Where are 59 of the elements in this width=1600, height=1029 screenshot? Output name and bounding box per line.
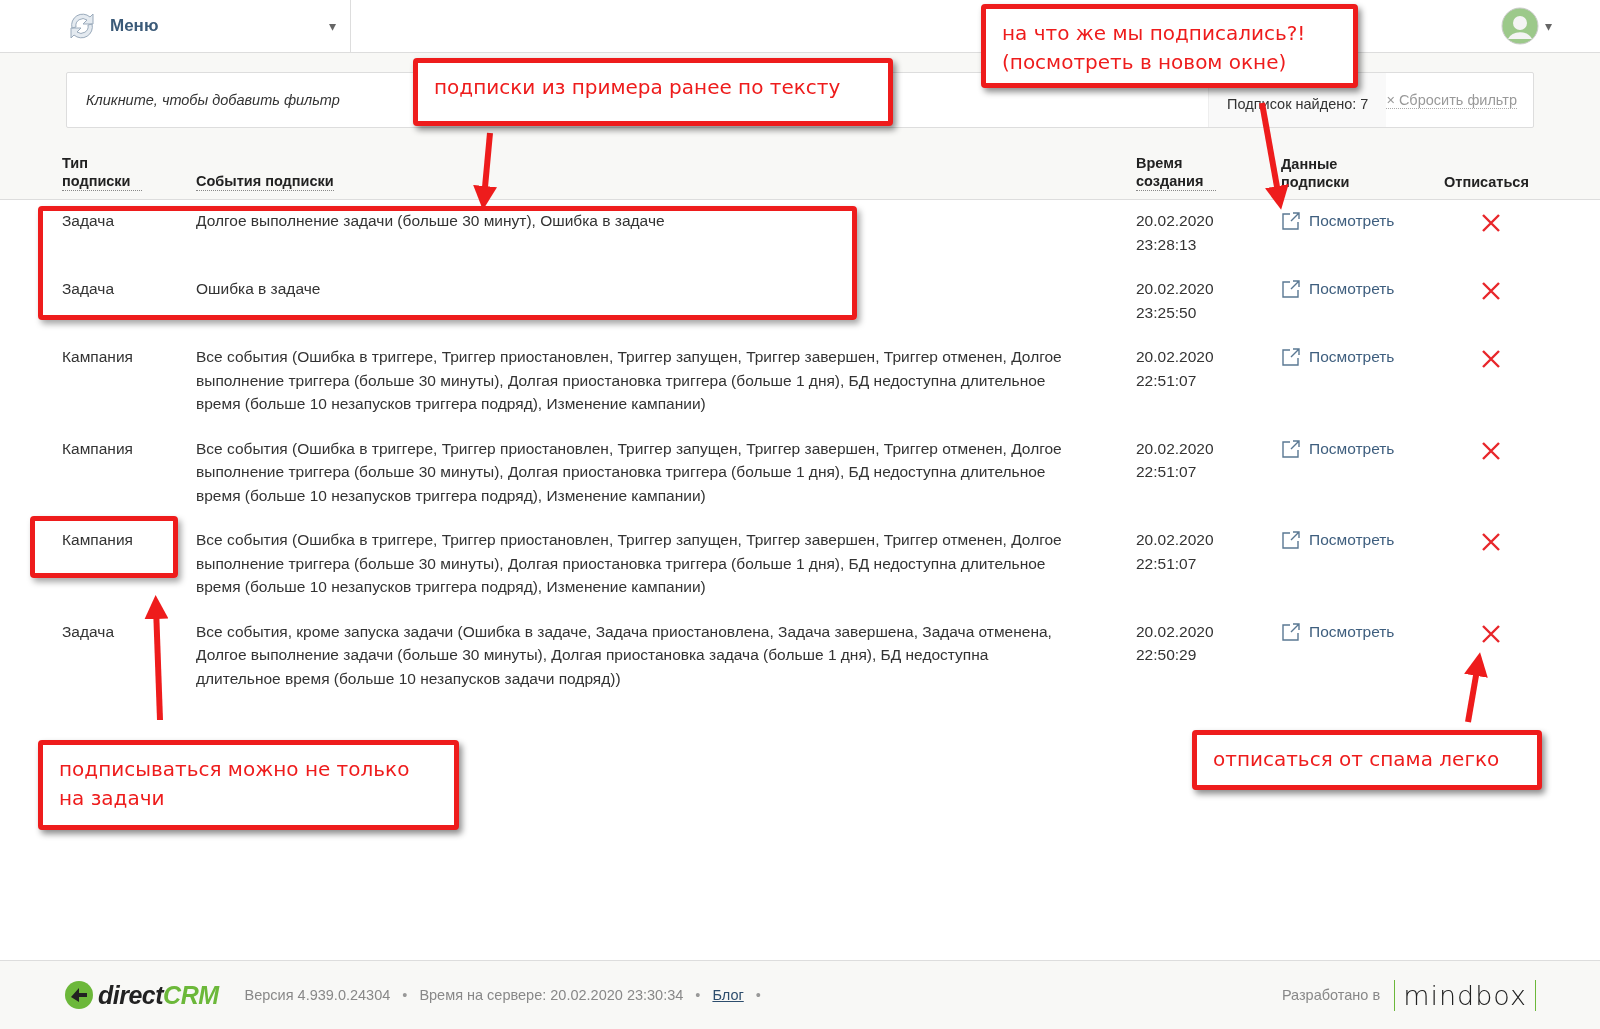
external-link-icon[interactable] (1281, 279, 1301, 299)
time-text: 23:25:50 (1136, 302, 1198, 323)
made-by-text: Разработано в (1281, 987, 1381, 1003)
view-link[interactable]: Посмотреть (1281, 619, 1395, 643)
date-text: 20.02.2020 (1136, 621, 1214, 642)
callout-note: отписаться от спама легко (1192, 730, 1542, 790)
time-text: 22:50:29 (1136, 645, 1198, 665)
view-link[interactable]: Посмотреть (1281, 436, 1395, 460)
logo-text: directCRM (98, 980, 219, 1010)
view-link[interactable]: Посмотреть (1281, 345, 1395, 369)
brand-logo[interactable]: mindbox (1394, 979, 1536, 1011)
column-header: Отписаться (1444, 173, 1529, 191)
time-text: 22:51:07 (1136, 370, 1198, 391)
view-link[interactable]: Посмотреть (1281, 277, 1395, 301)
type-cell-text: Задача (62, 211, 114, 231)
separator-dot: • (402, 987, 408, 1003)
column-header[interactable]: Время создания (1136, 154, 1216, 191)
callout-note: на что же мы подписались?! (посмотреть в новом окне) (981, 4, 1358, 88)
events-cell-text: Все события (Ошибка в триггере, Триггер приостановлен, Триггер запущен, Триггер завершен, Триггер отменен, Долгое выполнение триггера (больше 30 минуты), Долгая приостановка триггера (больше 1 дня), БД недоступна длительное время (больше 10 незапусков триггера подряд), Изменение кампании) (196, 530, 1063, 597)
type-cell-text: Задача (62, 279, 114, 299)
type-cell-text: Кампания (62, 438, 133, 459)
column-header: События подписки (196, 172, 334, 191)
external-link-icon[interactable] (1281, 438, 1301, 459)
view-link[interactable]: Посмотреть (1281, 209, 1395, 233)
external-link-icon[interactable] (1281, 347, 1301, 367)
time-text: 23:28:13 (1136, 234, 1198, 255)
type-cell-text: Кампания (62, 347, 133, 367)
annotation-arrow (1464, 652, 1488, 723)
logo-icon (64, 980, 94, 1010)
caret-icon[interactable]: ▾ (329, 18, 336, 34)
column-header[interactable]: Тип подписки (62, 154, 142, 191)
time-text: 22:51:07 (1136, 553, 1198, 574)
type-cell-text: Кампания (62, 530, 133, 550)
caret-icon[interactable]: ▾ (1545, 18, 1552, 34)
date-text: 20.02.2020 (1136, 438, 1214, 459)
menu-label[interactable]: Меню (110, 16, 319, 36)
version-text: Версия 4.939.0.24304 (244, 987, 391, 1003)
external-link-icon[interactable] (1281, 211, 1301, 231)
separator-dot: • (695, 987, 701, 1003)
events-cell-text: Все события (Ошибка в триггере, Триггер приостановлен, Триггер запущен, Триггер завершен, Триггер отменен, Долгое выполнение триггера (больше 30 минуты), Долгая приостановка триггера (больше 1 дня), БД недоступна длительное время (больше 10 незапусков триггера подряд), Изменение кампании) (196, 438, 1063, 506)
separator-dot: • (755, 987, 761, 1003)
events-cell-text: Все события (Ошибка в триггере, Триггер приостановлен, Триггер запущен, Триггер завершен, Триггер отменен, Долгое выполнение триггера (больше 30 минуты), Долгая приостановка триггера (больше 1 дня), БД недоступна длительное время (больше 10 незапусков триггера подряд), Изменение кампании) (196, 347, 1063, 414)
view-link[interactable]: Посмотреть (1281, 528, 1395, 552)
callout-note: подписки из примера ранее по тексту (413, 58, 893, 126)
events-cell-text: Все события, кроме запуска задачи (Ошибка в задаче, Задача приостановлена, Задача завершена, Задача отменена, Долгое выполнение задачи (больше 30 минуты), Долгая приостановка задача (больше 1 дня), БД недоступна длительное время (больше 10 незапусков задачи подряд)) (196, 621, 1053, 689)
date-text: 20.02.2020 (1136, 347, 1214, 367)
server-time-text: Время на сервере: 20.02.2020 23:30:34 (419, 987, 684, 1003)
external-link-icon[interactable] (1281, 530, 1301, 550)
column-header[interactable]: Данные подписки (1281, 155, 1361, 191)
callout-note: подписываться можно не только на задачи (38, 740, 459, 830)
date-text: 20.02.2020 (1136, 530, 1214, 550)
type-cell-text: Задача (62, 621, 114, 642)
external-link-icon[interactable] (1281, 621, 1301, 642)
blog-link[interactable]: Блог (712, 987, 744, 1003)
events-cell-text: Долгое выполнение задачи (больше 30 минут), Ошибка в задаче (196, 211, 666, 231)
date-text: 20.02.2020 (1136, 279, 1214, 299)
time-text: 22:51:07 (1136, 462, 1198, 482)
date-text: 20.02.2020 (1136, 211, 1214, 231)
events-cell-text: Ошибка в задаче (196, 279, 322, 299)
